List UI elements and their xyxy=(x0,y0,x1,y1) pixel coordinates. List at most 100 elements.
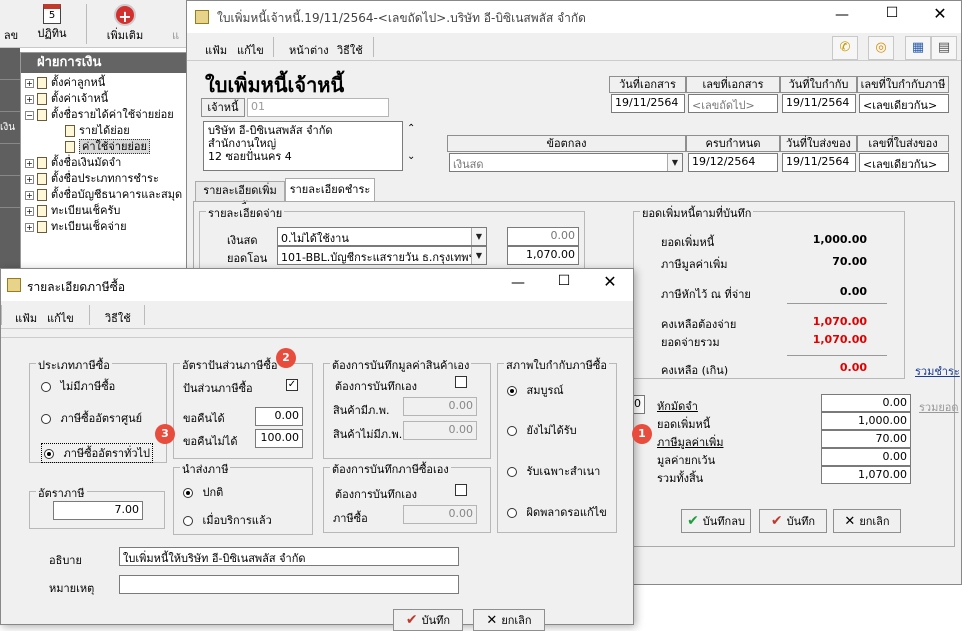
radio-button[interactable] xyxy=(41,414,51,424)
radio-no-tax[interactable]: ไม่มีภาษีซื้อ xyxy=(41,377,115,395)
totals-label[interactable]: หักมัดจำ xyxy=(657,397,698,415)
transfer-amount-input[interactable]: 1,070.00 xyxy=(507,246,579,265)
ratio-checkbox[interactable]: ✓ xyxy=(286,379,298,391)
vat-record-checkbox[interactable] xyxy=(455,376,467,388)
tax-record-checkbox[interactable] xyxy=(455,484,467,496)
radio-copy-only[interactable]: รับเฉพาะสำเนา xyxy=(507,462,600,480)
total-amount-link[interactable]: รวมยอด xyxy=(919,398,959,416)
tree-expand-icon[interactable]: + xyxy=(25,158,34,168)
note-input[interactable] xyxy=(119,575,459,594)
due-date-input[interactable]: 19/12/2564 xyxy=(688,153,778,172)
tree-item[interactable]: + ตั้งชื่อเงินมัดจำ xyxy=(25,155,189,171)
radio-button[interactable] xyxy=(183,488,193,498)
maximize-button[interactable]: ☐ xyxy=(549,273,579,289)
calendar-button[interactable]: 5 ปฏิทิน xyxy=(30,4,74,44)
save-new-button[interactable]: ✔ บันทึกลบ xyxy=(681,509,751,533)
delivery-no-input[interactable]: <เลขเดียวกัน> xyxy=(859,153,949,172)
tax-rate-input[interactable]: 7.00 xyxy=(53,501,143,520)
delivery-date-input[interactable]: 19/11/2564 xyxy=(782,153,856,172)
total-payment-link[interactable]: รวมชำระ xyxy=(915,362,960,380)
tree-item[interactable]: + ตั้งชื่อบัญชีธนาคารและสมุด xyxy=(25,187,189,203)
tab-payment-details[interactable]: รายละเอียดชำระ xyxy=(285,178,375,202)
tree-expand-icon[interactable]: − xyxy=(25,110,34,120)
minimize-button[interactable]: — xyxy=(827,7,857,27)
maximize-button[interactable]: ☐ xyxy=(877,5,907,25)
description-input[interactable]: ใบเพิ่มหนี้ให้บริษัท อี-บิซิเนสพลัส จำกั… xyxy=(119,547,459,566)
radio-button[interactable] xyxy=(507,386,517,396)
radio-button[interactable] xyxy=(44,449,54,459)
coin-icon[interactable]: ◎ xyxy=(868,36,894,60)
tree-item[interactable]: + ทะเบียนเช็ครับ xyxy=(25,203,189,219)
dialog-cancel-button[interactable]: ✕ ยกเลิก xyxy=(473,609,545,631)
close-button[interactable]: ✕ xyxy=(925,4,955,24)
goods-vat-input[interactable]: 0.00 xyxy=(403,397,477,416)
tree-expand-icon[interactable]: + xyxy=(25,94,34,104)
side-tab[interactable] xyxy=(0,176,20,208)
refundable-input[interactable]: 0.00 xyxy=(255,407,303,426)
tree-expand-icon[interactable]: + xyxy=(25,190,34,200)
transfer-account-select[interactable]: 101-BBL.บัญชีกระแสรายวัน ธ.กรุงเทพฯ สา xyxy=(277,246,487,265)
radio-complete[interactable]: สมบูรณ์ xyxy=(507,381,564,399)
tree-item[interactable]: + ตั้งค่าลูกหนี้ xyxy=(25,75,189,91)
cash-amount-input[interactable]: 0.00 xyxy=(507,227,579,246)
totals-label[interactable]: ยอดเพิ่มหนี้ xyxy=(657,415,710,433)
invoice-date-input[interactable]: 19/11/2564 xyxy=(782,94,856,113)
tree-expand-icon[interactable]: + xyxy=(25,174,34,184)
nonrefundable-input[interactable]: 100.00 xyxy=(255,429,303,448)
tree-expand-icon[interactable]: + xyxy=(25,206,34,216)
tab-debit-details[interactable]: รายละเอียดเพิ่มหนี้ xyxy=(195,181,285,215)
phone-icon[interactable]: ✆ xyxy=(832,36,858,60)
radio-not-received[interactable]: ยังไม่ได้รับ xyxy=(507,421,577,439)
creditor-code-input[interactable]: 01 xyxy=(247,98,389,117)
menu-file[interactable]: แฟ้ม xyxy=(205,41,227,59)
radio-button[interactable] xyxy=(41,382,51,392)
radio-standard-rate[interactable]: ภาษีซื้ออัตราทั่วไป xyxy=(41,443,154,463)
tree-item[interactable]: − ตั้งชื่อรายได้ค่าใช้จ่ายย่อย xyxy=(25,107,189,123)
side-tab[interactable]: เงิน xyxy=(0,112,20,144)
save-button[interactable]: ✔ บันทึก xyxy=(759,509,827,533)
menu-edit[interactable]: แก้ไข xyxy=(237,41,264,59)
radio-button[interactable] xyxy=(507,467,517,477)
radio-error-pending[interactable]: ผิดพลาดรอแก้ไข xyxy=(507,503,607,521)
radio-normal[interactable]: ปกติ xyxy=(183,483,223,501)
tree-item[interactable]: ค่าใช้จ่ายย่อย xyxy=(25,139,189,155)
add-more-button[interactable]: + เพิ่มเติม xyxy=(100,4,150,44)
menu-help[interactable]: วิธีใช้ xyxy=(337,41,363,59)
calculator-icon[interactable]: ▦ xyxy=(905,36,931,60)
totals-value[interactable]: 1,000.00 xyxy=(821,412,911,430)
totals-value[interactable]: 70.00 xyxy=(821,430,911,448)
tree-expand-icon[interactable]: + xyxy=(25,222,34,232)
side-tab[interactable] xyxy=(0,48,20,80)
side-tab[interactable] xyxy=(0,80,20,112)
tree-expand-icon[interactable]: + xyxy=(25,78,34,88)
totals-value[interactable]: 0.00 xyxy=(821,394,911,412)
goods-novat-input[interactable]: 0.00 xyxy=(403,421,477,440)
menu-window[interactable]: หน้าต่าง xyxy=(289,41,329,59)
clipboard-icon[interactable]: ▤ xyxy=(931,36,957,60)
menu-edit[interactable]: แก้ไข xyxy=(47,309,74,327)
toolbar-button-partial[interactable]: ลข xyxy=(0,4,22,44)
radio-button[interactable] xyxy=(507,426,517,436)
tree-item[interactable]: + ทะเบียนเช็คจ่าย xyxy=(25,219,189,235)
doc-date-input[interactable]: 19/11/2564 xyxy=(611,94,685,113)
close-button[interactable]: ✕ xyxy=(595,272,625,291)
dialog-save-button[interactable]: ✔ บันทึก xyxy=(393,609,463,631)
side-tab[interactable] xyxy=(0,144,20,176)
menu-file[interactable]: แฟ้ม xyxy=(15,309,37,327)
tree-item[interactable]: + ตั้งค่าเจ้าหนี้ xyxy=(25,91,189,107)
tree-item[interactable]: + ตั้งชื่อประเภทการชำระ xyxy=(25,171,189,187)
totals-label[interactable]: ภาษีมูลค่าเพิ่ม xyxy=(657,433,723,451)
radio-after-service[interactable]: เมื่อบริการแล้ว xyxy=(183,511,272,529)
tree-item[interactable]: รายได้ย่อย xyxy=(25,123,189,139)
address-scroll-down-icon[interactable]: ⌄ xyxy=(407,151,415,162)
totals-value[interactable]: 0.00 xyxy=(821,448,911,466)
radio-zero-rate[interactable]: ภาษีซื้ออัตราศูนย์ xyxy=(41,409,142,427)
address-scroll-up-icon[interactable]: ⌃ xyxy=(407,123,415,134)
minimize-button[interactable]: — xyxy=(503,275,533,291)
menu-help[interactable]: วิธีใช้ xyxy=(105,309,131,327)
cash-account-select[interactable]: 0.ไม่ได้ใช้งาน xyxy=(277,227,487,246)
tax-input[interactable]: 0.00 xyxy=(403,505,477,524)
terms-select[interactable]: เงินสด xyxy=(449,153,683,172)
doc-no-input[interactable]: <เลขถัดไป> xyxy=(688,94,778,113)
invoice-no-input[interactable]: <เลขเดียวกัน> xyxy=(859,94,949,113)
